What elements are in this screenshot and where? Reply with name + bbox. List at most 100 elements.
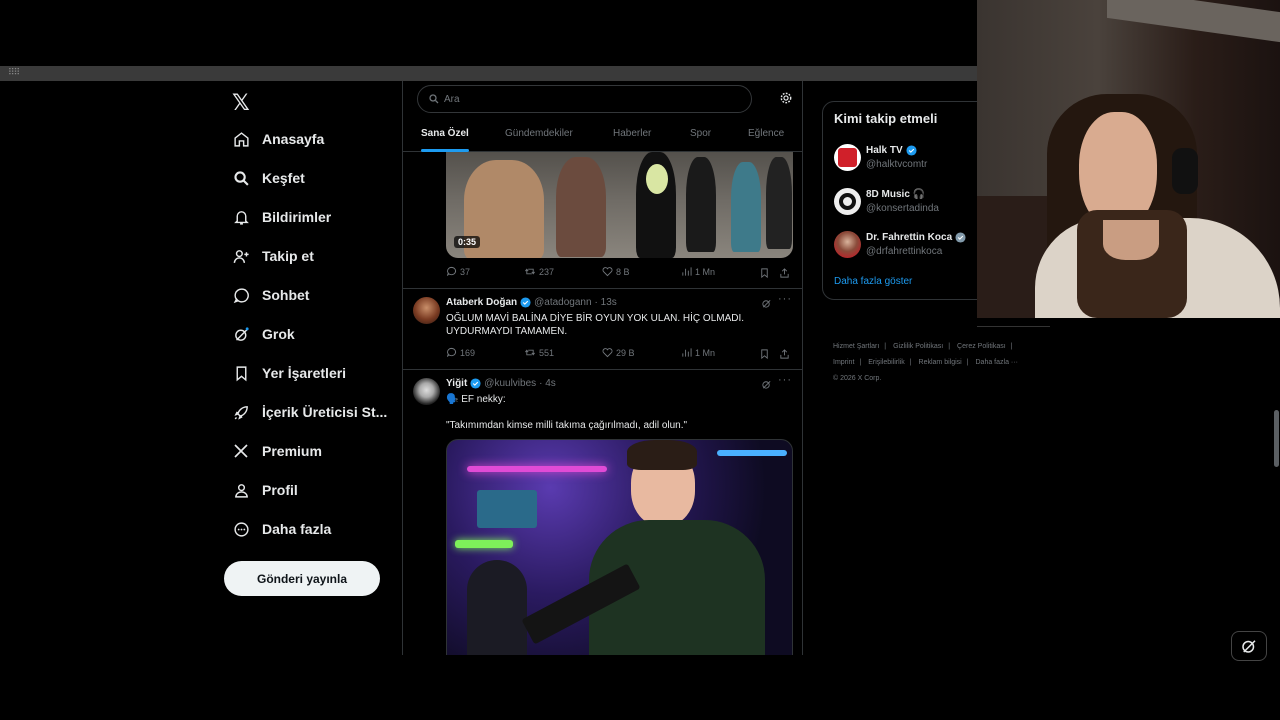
x-logo-icon[interactable]: 𝕏 <box>232 91 250 116</box>
heart-icon <box>602 267 613 277</box>
search-box[interactable] <box>417 85 752 113</box>
footer-link[interactable]: Reklam bilgisi <box>919 359 962 366</box>
share-icon[interactable] <box>779 267 790 279</box>
nav-label: Grok <box>262 326 295 342</box>
footer-link[interactable]: Hizmet Şartları <box>833 343 879 350</box>
video-duration: 0:35 <box>454 236 481 248</box>
scrollbar-thumb[interactable] <box>1274 410 1279 467</box>
tweet-text: 🗣️ EF nekky: <box>446 394 506 405</box>
repost-button[interactable]: 237 <box>524 266 554 277</box>
reply-icon <box>446 266 457 276</box>
more-options-icon[interactable]: ··· <box>778 293 792 305</box>
grok-icon <box>1242 640 1256 653</box>
rocket-icon <box>232 403 250 421</box>
footer-links: Hizmet Şartları | Gizlilik Politikası | Çe… <box>833 343 1018 382</box>
bookmark-icon <box>232 364 250 382</box>
tweet-actions: 37 237 8 B 1 Mn <box>446 266 793 280</box>
account-handle: @konsertadinda <box>866 203 939 214</box>
repost-button[interactable]: 551 <box>524 347 554 358</box>
post-button[interactable]: Gönderi yayınla <box>224 561 380 596</box>
nav-item-profile[interactable]: Profil <box>232 478 298 502</box>
reply-button[interactable]: 169 <box>446 347 475 358</box>
more-circle-icon <box>232 520 250 538</box>
reply-button[interactable]: 37 <box>446 266 470 277</box>
repost-icon <box>525 349 535 356</box>
nav-label: Sohbet <box>262 287 310 303</box>
person-icon <box>232 481 250 499</box>
search-icon <box>232 169 250 187</box>
avatar <box>834 144 861 171</box>
image-media[interactable] <box>446 439 793 655</box>
verified-badge-icon <box>906 145 917 156</box>
avatar[interactable] <box>413 378 440 405</box>
tweet-time[interactable]: · 13s <box>595 297 617 308</box>
tab-trending[interactable]: Gündemdekiler <box>505 128 573 139</box>
webcam-overlay <box>977 0 1280 318</box>
author-handle[interactable]: @kuulvibes <box>484 378 536 389</box>
nav-label: Anasayfa <box>262 131 325 147</box>
author-handle[interactable]: @atadogann <box>534 297 591 308</box>
views-icon <box>682 348 692 357</box>
grok-icon[interactable] <box>761 379 772 390</box>
author-name[interactable]: Yiğit <box>446 378 467 389</box>
footer-link[interactable]: Daha fazla ··· <box>976 359 1018 366</box>
account-name: Halk TV <box>866 145 917 156</box>
views-icon <box>682 267 692 276</box>
avatar[interactable] <box>413 297 440 324</box>
divider <box>403 369 802 370</box>
like-button[interactable]: 29 B <box>602 347 635 358</box>
author-name[interactable]: Ataberk Doğan <box>446 297 517 308</box>
account-handle: @halktvcomtr <box>866 159 928 170</box>
reply-icon <box>446 347 457 357</box>
grok-icon <box>232 325 250 343</box>
nav-item-home[interactable]: Anasayfa <box>232 127 324 151</box>
nav-item-premium[interactable]: Premium <box>232 439 322 463</box>
nav-item-more[interactable]: Daha fazla <box>232 517 331 541</box>
tweet-time[interactable]: · 4s <box>539 378 556 389</box>
nav-item-notifications[interactable]: Bildirimler <box>232 205 331 229</box>
tab-entertainment[interactable]: Eğlence <box>748 128 784 139</box>
bell-icon <box>232 208 250 226</box>
footer-link[interactable]: Imprint <box>833 359 854 366</box>
grid-icon[interactable]: ⠿⠿ <box>8 68 20 78</box>
tab-for-you[interactable]: Sana Özel <box>421 128 469 139</box>
footer-link[interactable]: Gizlilik Politikası <box>893 343 943 350</box>
grok-float-button[interactable] <box>1231 631 1267 661</box>
views-button[interactable]: 1 Mn <box>681 347 715 358</box>
footer-link[interactable]: Çerez Politikası <box>957 343 1006 350</box>
bookmark-icon[interactable] <box>759 348 770 360</box>
section-title: Kimi takip etmeli <box>834 111 938 126</box>
tab-news[interactable]: Haberler <box>613 128 651 139</box>
nav-label: İçerik Üreticisi St... <box>262 404 388 420</box>
footer-link[interactable]: Erişilebilirlik <box>868 359 905 366</box>
copyright: © 2026 X Corp. <box>833 375 882 382</box>
nav-item-bookmarks[interactable]: Yer İşaretleri <box>232 361 346 385</box>
divider <box>403 288 802 289</box>
grok-icon[interactable] <box>761 298 772 309</box>
video-media[interactable]: 0:35 <box>446 152 793 258</box>
add-person-icon <box>232 247 250 265</box>
nav-item-grok[interactable]: Grok <box>232 322 295 346</box>
tweet-header: Yiğit @kuulvibes · 4s <box>446 378 556 389</box>
tab-sports[interactable]: Spor <box>690 128 711 139</box>
sidebar-nav: 𝕏 Anasayfa Keşfet Bildirimler Takip et S… <box>224 81 402 655</box>
share-icon[interactable] <box>779 348 790 360</box>
nav-label: Daha fazla <box>262 521 332 537</box>
more-options-icon[interactable]: ··· <box>778 374 792 386</box>
search-input[interactable] <box>444 93 724 105</box>
gear-icon[interactable] <box>779 91 793 105</box>
like-button[interactable]: 8 B <box>602 266 630 277</box>
show-more-link[interactable]: Daha fazla göster <box>834 276 912 287</box>
nav-label: Profil <box>262 482 298 498</box>
bookmark-icon[interactable] <box>759 267 770 279</box>
tweet-header: Ataberk Doğan @atadogann · 13s <box>446 297 617 308</box>
nav-label: Keşfet <box>262 170 305 186</box>
nav-item-explore[interactable]: Keşfet <box>232 166 305 190</box>
tweet-text-quote: "Takımımdan kimse milli takıma çağırılma… <box>446 420 688 431</box>
verified-badge-icon <box>520 297 531 308</box>
nav-item-chat[interactable]: Sohbet <box>232 283 309 307</box>
main-column: Sana Özel Gündemdekiler Haberler Spor Eğ… <box>402 81 803 655</box>
nav-item-follow[interactable]: Takip et <box>232 244 314 268</box>
views-button[interactable]: 1 Mn <box>681 266 715 277</box>
nav-item-creator-studio[interactable]: İçerik Üreticisi St... <box>232 400 387 424</box>
